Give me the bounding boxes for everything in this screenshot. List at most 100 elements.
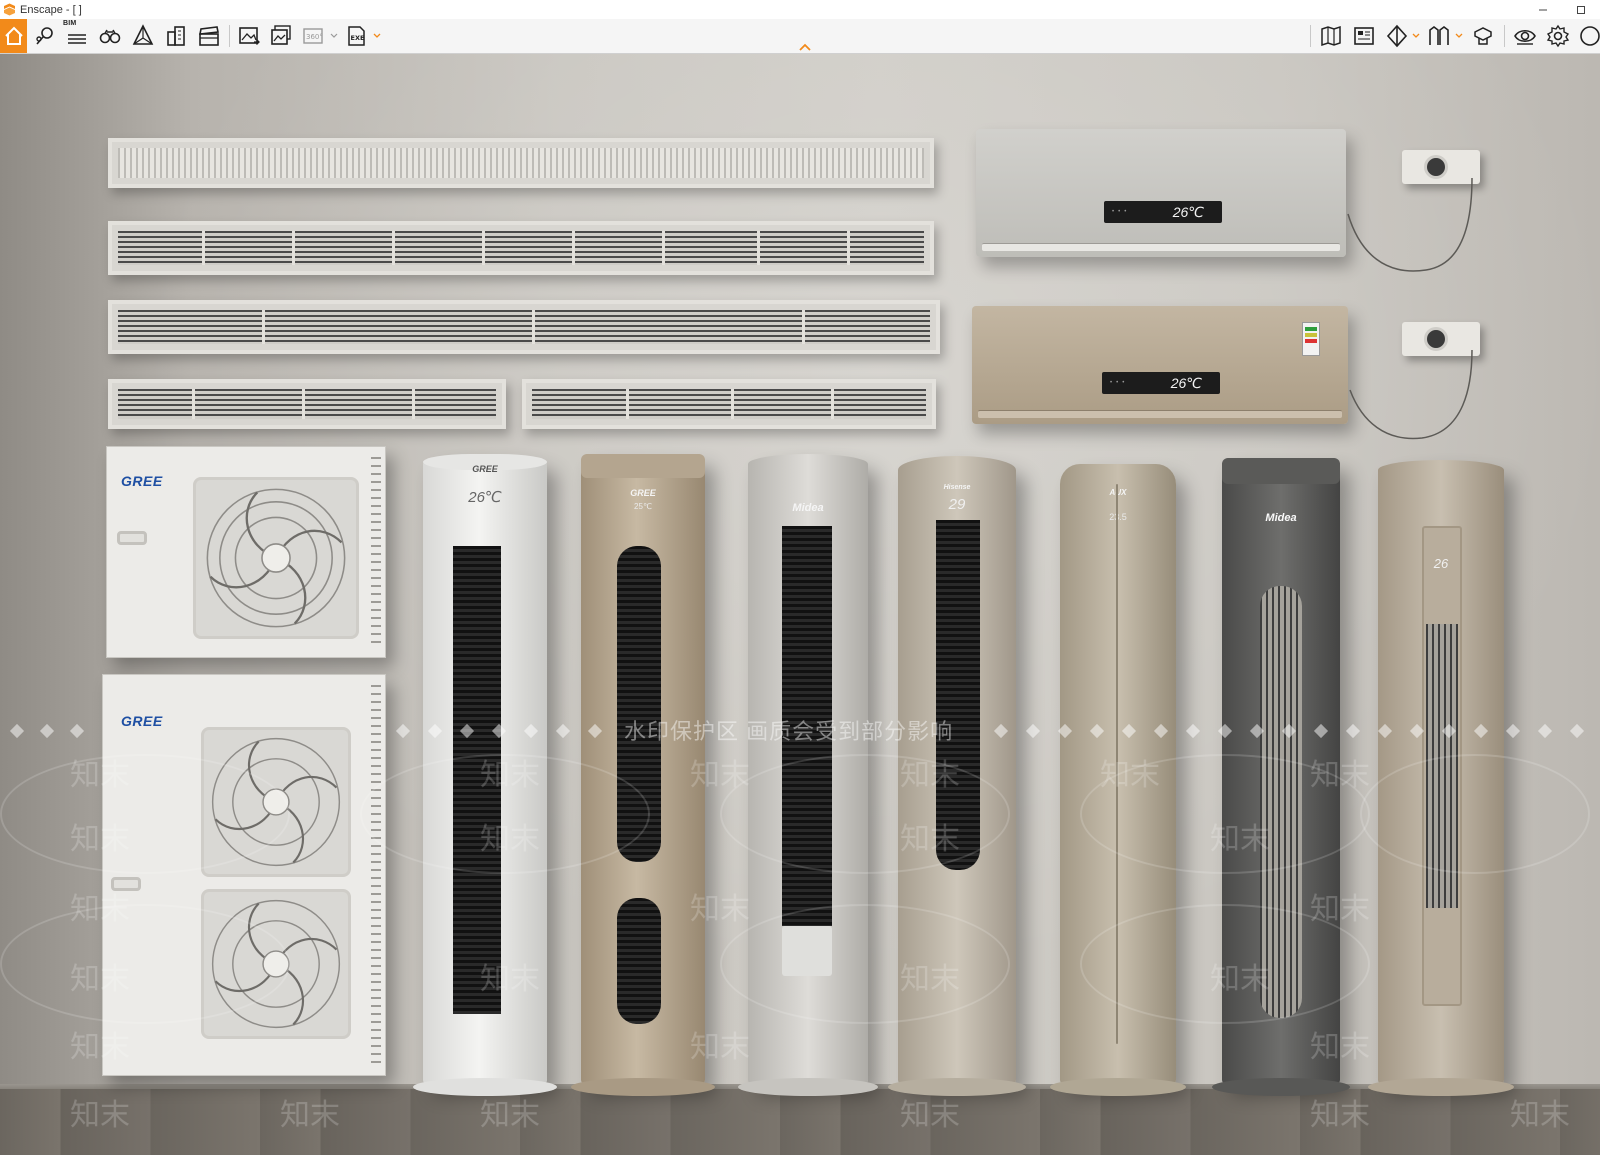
wall-ac-unit-2: ••• 26℃ [972,306,1348,424]
settings-icon [1546,24,1570,48]
tower-brand: Midea [792,502,824,514]
panorama-dropdown[interactable] [330,31,338,41]
wall-ac-unit-1: ••• 26℃ [976,129,1346,257]
video-editor-button[interactable] [194,21,224,51]
grille-slats [118,148,924,178]
watermark-mark: 知末 [280,1098,340,1133]
clapperboard-icon [199,26,219,46]
visual-settings-button[interactable] [1510,21,1540,51]
home-button[interactable] [0,19,27,53]
watermark-mark: 知末 [1310,892,1370,927]
minimize-button[interactable] [1524,0,1562,19]
maximize-button[interactable] [1562,0,1600,19]
ac-temperature: 26℃ [1170,374,1202,391]
render-image-icon [239,27,260,45]
watermark-mark: 知末 [480,962,540,997]
title-bar: Enscape - [ ] [0,0,1600,19]
home-icon [4,26,23,45]
watermark-mark: 知末 [690,892,750,927]
grille-slats [532,389,926,419]
watermark-mark: 知末 [1210,962,1270,997]
tower-sub-temp: 23.5 [1109,512,1127,522]
linear-grille [108,300,940,354]
buildings-button[interactable] [161,21,191,51]
watermark-mark: 知末 [1510,1098,1570,1133]
views-manager-button[interactable] [1349,21,1379,51]
atmosphere-button[interactable] [1468,21,1498,51]
maximize-icon [1577,5,1585,14]
watermark-text: 水印保护区 画质会受到部分影响 [624,719,954,744]
energy-label [1302,322,1320,356]
minimize-icon [1539,9,1547,10]
watermark-mark: 知末 [1210,822,1270,857]
tower-brand: Hisense [943,484,971,491]
svg-text:360°: 360° [306,33,323,41]
toolbar-separator [1504,25,1505,47]
window-title: Enscape - [ ] [20,3,82,16]
binoculars-icon [99,29,121,44]
watermark-mark: 知末 [1100,758,1160,793]
asset-library-button[interactable] [1424,21,1454,51]
section-button[interactable] [1382,21,1412,51]
toolbar-separator [229,25,230,47]
bim-mode-button[interactable]: BIM [62,20,92,51]
asset-dropdown[interactable] [1455,31,1463,41]
chevron-down-icon [1412,33,1420,38]
ac-display: ••• 26℃ [1102,372,1220,394]
linear-grille [522,379,936,429]
help-icon [1580,26,1600,46]
watermark-mark: 知末 [900,1098,960,1133]
linear-grille [108,221,934,275]
map-button[interactable] [1316,21,1346,51]
watermark-mark: 知末 [70,962,130,997]
watermark-mark: 知末 [1310,758,1370,793]
perspective-button[interactable] [128,21,158,51]
chevron-down-icon [1455,33,1463,38]
chevron-down-icon [330,33,338,38]
export-exe-icon: EXE [348,26,365,46]
watermark-mark: 知末 [1310,1030,1370,1065]
panorama-button[interactable]: 360° [298,21,328,51]
ac-display: ••• 26℃ [1104,201,1222,223]
watermark-mark: 知末 [900,962,960,997]
watermark-mark: 知末 [70,822,130,857]
svg-text:EXE: EXE [351,34,365,42]
panorama-360-icon: 360° [303,28,323,44]
grille-slats [118,231,924,265]
fan-grille [193,477,359,639]
section-dropdown[interactable] [1412,31,1420,41]
watermark-mark: 知末 [70,758,130,793]
tower-sub-temp: 25℃ [634,502,652,511]
settings-button[interactable] [1543,21,1573,51]
watermark-mark: 知末 [70,1098,130,1133]
export-exe-button[interactable]: EXE [342,21,372,51]
tower-temp: 29 [948,496,966,513]
live-update-button[interactable] [30,21,60,51]
bim-label: BIM [63,20,77,27]
tower-temp: 26℃ [468,489,502,506]
export-dropdown[interactable] [373,31,381,41]
buildings-icon [167,26,185,46]
toolbar-collapse-toggle[interactable] [797,39,813,51]
help-button[interactable] [1576,21,1600,51]
linear-grille [108,138,934,188]
outdoor-unit-1: GREE [106,446,386,658]
tower-brand: GREE [630,488,656,498]
screenshot-button[interactable] [234,21,264,51]
window-controls [1524,0,1600,19]
grille-slats [118,310,930,344]
linear-grille [108,379,506,429]
batch-render-button[interactable] [266,21,296,51]
watermark-mark: 知末 [480,758,540,793]
walk-mode-button[interactable] [95,21,125,51]
watermark-mark: 知末 [480,1098,540,1133]
render-viewport[interactable]: ••• 26℃ ••• 26℃ GREE GREE GREE 26℃ GREE … [0,54,1600,1155]
watermark-row: 水印保护区 画质会受到部分影响 [0,719,1600,746]
watermark-mark: 知末 [70,1030,130,1065]
enscape-logo-icon [4,3,15,16]
section-icon [1386,24,1408,48]
power-cable [1349,349,1473,440]
watermark-mark: 知末 [900,822,960,857]
asset-library-icon [1474,27,1492,45]
chevron-down-icon [373,33,381,38]
